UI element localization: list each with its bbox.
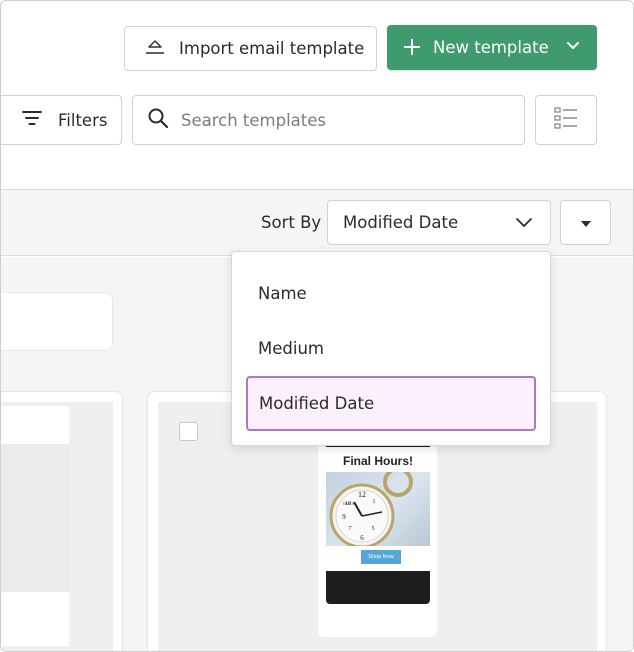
filter-lines-icon: [22, 110, 42, 130]
svg-text:7: 7: [349, 526, 352, 532]
svg-text:5: 5: [372, 526, 375, 532]
watch-photo: 12 9 6 7 5 1 10 TIMEX: [326, 472, 430, 546]
filters-label: Filters: [58, 110, 108, 130]
sort-by-menu: Name Medium Modified Date: [231, 251, 551, 446]
plus-icon: [403, 36, 421, 60]
filters-button[interactable]: Filters: [1, 95, 122, 145]
sort-by-selected-value: Modified Date: [343, 213, 459, 232]
new-template-label: New template: [433, 38, 549, 57]
sort-by-label: Sort By: [261, 213, 322, 232]
shop-now-cta: Shop Now: [361, 550, 401, 564]
svg-text:1: 1: [373, 499, 376, 505]
template-select-checkbox[interactable]: [179, 422, 198, 441]
search-input[interactable]: [181, 110, 501, 130]
chevron-down-icon[interactable]: [565, 36, 581, 60]
svg-text:12: 12: [358, 490, 366, 499]
list-view-button[interactable]: [535, 95, 597, 145]
sort-option-medium[interactable]: Medium: [258, 339, 324, 358]
chevron-down-icon: [514, 213, 534, 237]
template-library-panel: Import email template New template Filte…: [0, 0, 634, 652]
svg-text:TIMEX: TIMEX: [342, 501, 355, 506]
search-icon: [147, 107, 169, 133]
import-email-template-button[interactable]: Import email template: [124, 26, 377, 71]
upload-tray-icon: [145, 38, 165, 60]
svg-text:6: 6: [360, 534, 364, 542]
list-view-icon: [554, 107, 578, 133]
template-thumbnail: Final Hours! 12 9 6 7 5 1 10 TIMEX Shop …: [326, 441, 430, 604]
sort-direction-button[interactable]: [560, 200, 611, 245]
folder-card[interactable]: [1, 292, 113, 351]
email-headline: Final Hours!: [342, 454, 413, 468]
svg-text:9: 9: [342, 513, 346, 521]
new-template-button[interactable]: New template: [387, 25, 597, 70]
search-box: [132, 95, 525, 145]
caret-down-icon: [580, 213, 592, 232]
import-email-template-label: Import email template: [179, 39, 365, 58]
sort-by-select[interactable]: Modified Date: [327, 200, 551, 245]
sort-option-name[interactable]: Name: [258, 284, 307, 303]
template-thumbnail: [1, 406, 69, 646]
thumbnail-image-block: [1, 444, 69, 592]
sort-option-modified-date[interactable]: Modified Date: [246, 376, 536, 431]
